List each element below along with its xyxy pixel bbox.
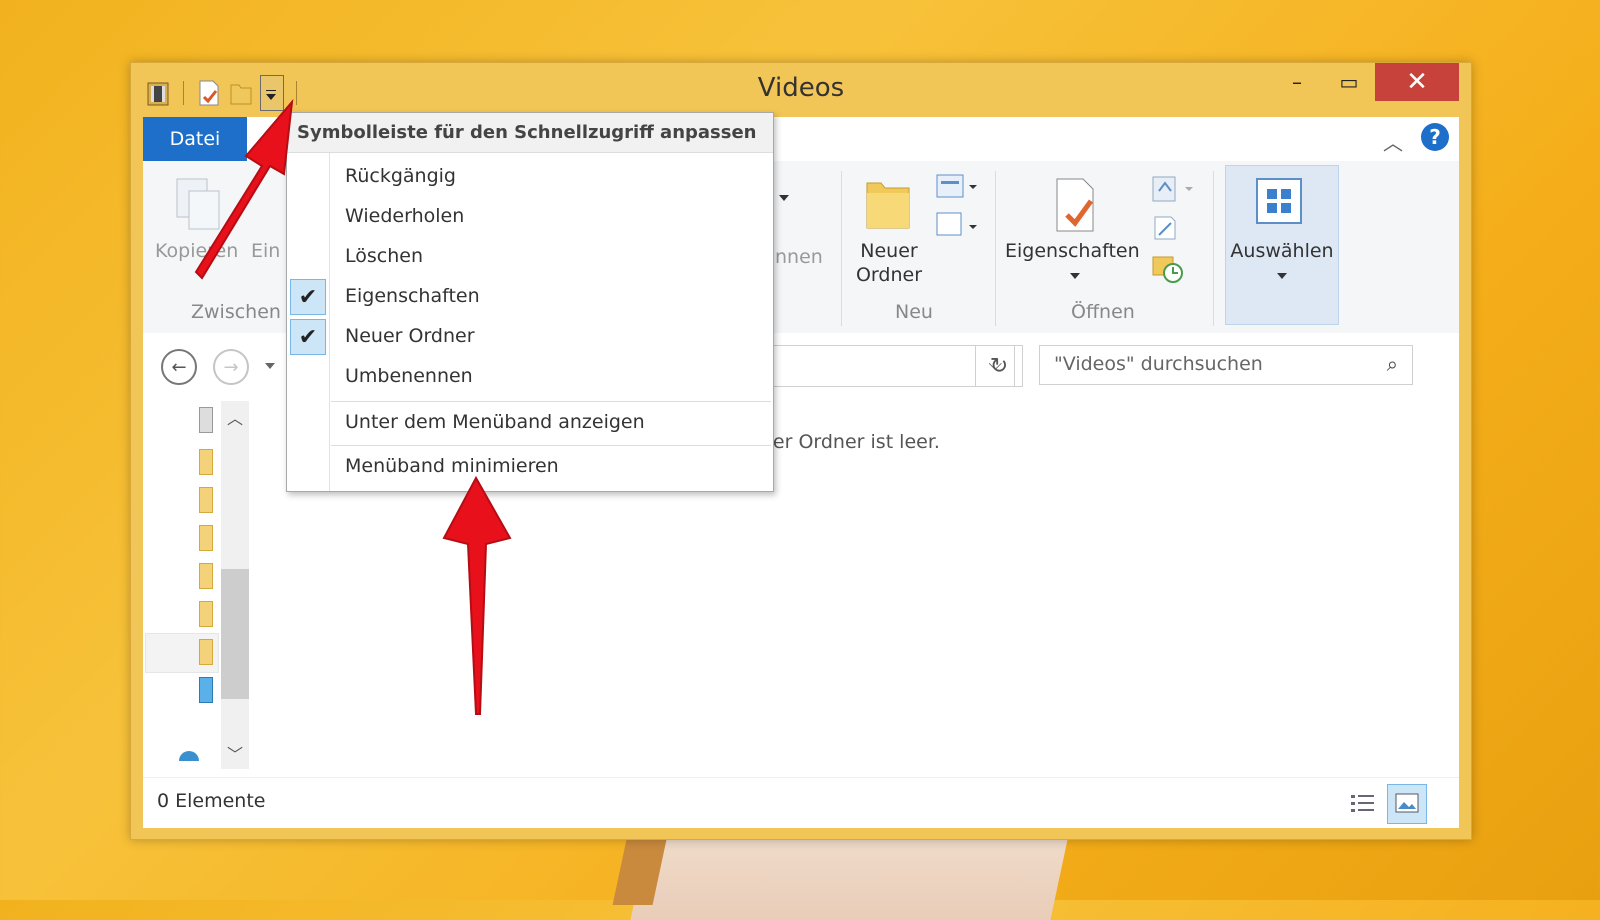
menu-item-minimize-ribbon[interactable]: Menüband minimieren — [287, 447, 773, 487]
large-icons-view-icon — [1395, 793, 1419, 813]
scroll-down-icon[interactable]: ﹀ — [227, 741, 243, 765]
window-controls: – ▭ ✕ — [1271, 63, 1459, 101]
folder-icon[interactable] — [199, 563, 213, 589]
chevron-down-icon[interactable] — [1070, 273, 1080, 279]
folder-icon[interactable] — [199, 487, 213, 513]
minimize-button[interactable]: – — [1271, 63, 1323, 101]
menu-divider — [331, 401, 771, 402]
new-folder-icon — [866, 182, 910, 229]
refresh-icon[interactable]: ↻ — [975, 345, 1023, 387]
menu-item-rueckgaengig[interactable]: Rückgängig — [287, 157, 773, 197]
select-button-label: Auswählen — [1230, 240, 1334, 262]
chevron-up-icon[interactable]: ︿ — [1383, 127, 1403, 156]
forward-arrow-icon[interactable]: → — [213, 349, 249, 385]
scroll-up-icon[interactable]: ︿ — [227, 405, 243, 429]
new-item-icon[interactable] — [933, 173, 983, 243]
back-arrow-icon[interactable]: ← — [161, 349, 197, 385]
new-folder-label-line1: Neuer — [860, 240, 918, 262]
status-bar: 0 Elemente — [143, 777, 1459, 828]
menu-item-loeschen[interactable]: Löschen — [287, 237, 773, 277]
recent-locations-chevron-icon[interactable] — [265, 363, 275, 369]
rename-button[interactable]: nnen — [775, 245, 823, 269]
checkmark-icon: ✔ — [290, 319, 326, 355]
menu-item-label: Eigenschaften — [345, 285, 480, 307]
help-icon[interactable]: ? — [1421, 123, 1449, 151]
ribbon-divider — [995, 171, 996, 326]
new-folder-button[interactable]: Neuer Ordner — [851, 239, 927, 287]
desktop-wallpaper-shape — [630, 830, 1070, 920]
menu-item-neuer-ordner[interactable]: ✔ Neuer Ordner — [287, 317, 773, 357]
menu-item-label: Rückgängig — [345, 165, 456, 187]
select-all-icon — [1256, 178, 1302, 224]
computer-icon[interactable] — [199, 677, 213, 703]
menu-item-label: Unter dem Menüband anzeigen — [345, 411, 645, 433]
ribbon-divider — [1213, 171, 1214, 326]
menu-item-label: Umbenennen — [345, 365, 473, 387]
menu-item-wiederholen[interactable]: Wiederholen — [287, 197, 773, 237]
navigation-pane: ︿ ﹀ — [143, 401, 253, 777]
annotation-arrow — [194, 98, 294, 280]
menu-item-label: Wiederholen — [345, 205, 465, 227]
properties-icon — [1056, 178, 1094, 232]
open-group-label: Öffnen — [1071, 301, 1135, 323]
folder-icon[interactable] — [199, 449, 213, 475]
customize-quick-access-menu: Symbolleiste für den Schnellzugriff anpa… — [286, 112, 774, 492]
library-icon[interactable] — [199, 407, 213, 433]
item-count: 0 Elemente — [157, 790, 266, 812]
annotation-arrow — [442, 475, 512, 715]
folder-icon[interactable] — [199, 601, 213, 627]
close-button[interactable]: ✕ — [1375, 63, 1459, 101]
menu-item-label: Neuer Ordner — [345, 325, 475, 347]
scrollbar-thumb[interactable] — [221, 569, 249, 699]
menu-divider — [331, 445, 771, 446]
title-bar: Videos – ▭ ✕ — [131, 63, 1471, 117]
maximize-button[interactable]: ▭ — [1323, 63, 1375, 101]
window-title: Videos — [757, 73, 845, 103]
empty-folder-message: ser Ordner ist leer. — [763, 431, 940, 453]
details-view-icon[interactable] — [1349, 790, 1377, 818]
search-input[interactable]: "Videos" durchsuchen ⌕ — [1039, 345, 1413, 385]
menu-item-umbenennen[interactable]: Umbenennen — [287, 357, 773, 397]
chevron-down-icon[interactable] — [1277, 273, 1287, 279]
menu-item-eigenschaften[interactable]: ✔ Eigenschaften — [287, 277, 773, 317]
large-icons-view-button[interactable] — [1387, 784, 1427, 824]
folder-icon[interactable] — [199, 639, 213, 665]
clipboard-group-label: Zwischen — [191, 301, 281, 323]
folder-icon[interactable] — [199, 525, 213, 551]
search-icon[interactable]: ⌕ — [1387, 352, 1398, 376]
new-folder-label-line2: Ordner — [855, 264, 923, 286]
new-group-label: Neu — [895, 301, 933, 323]
open-actions-icons[interactable] — [1149, 173, 1205, 285]
menu-item-label: Löschen — [345, 245, 423, 267]
menu-item-show-below-ribbon[interactable]: Unter dem Menüband anzeigen — [287, 403, 773, 443]
properties-button[interactable]: Eigenschaften — [1005, 239, 1140, 263]
menu-header: Symbolleiste für den Schnellzugriff anpa… — [287, 113, 773, 153]
search-placeholder: "Videos" durchsuchen — [1054, 353, 1263, 375]
network-icon[interactable] — [179, 751, 199, 761]
chevron-down-icon[interactable] — [779, 195, 789, 201]
ribbon-divider — [841, 171, 842, 326]
